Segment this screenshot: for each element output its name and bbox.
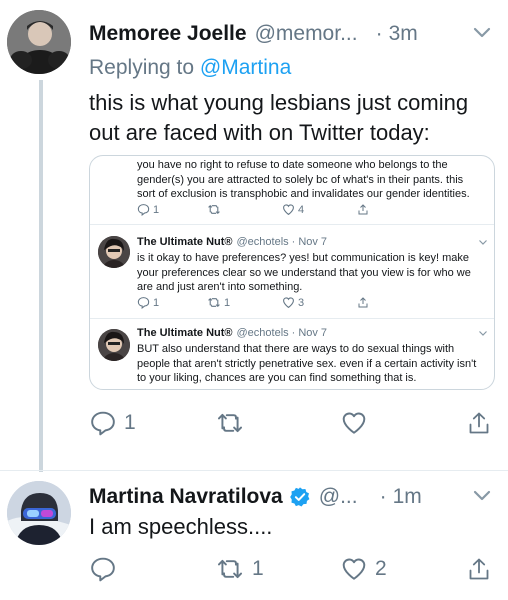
embed-date: Nov 7 <box>298 236 328 248</box>
author-name[interactable]: Memoree Joelle <box>89 22 247 46</box>
retweet-icon <box>217 559 243 579</box>
embed-divider <box>90 224 494 225</box>
embedded-image[interactable]: you have no right to refuse to date some… <box>89 155 495 390</box>
embed-tweet-actions: 1 1 3 <box>137 296 417 312</box>
embed-retweet: 1 <box>207 296 230 309</box>
heart-icon <box>283 297 294 309</box>
reply-button[interactable] <box>90 556 124 582</box>
avatar-photo <box>7 10 71 74</box>
heart-icon <box>342 412 366 434</box>
embed-date: Nov 7 <box>298 327 328 339</box>
share-icon <box>358 297 368 308</box>
heart-icon <box>283 204 294 216</box>
embed-author-handle: @echotels <box>236 236 289 248</box>
author-handle[interactable]: @... <box>319 485 358 509</box>
embed-tweet-text: BUT also understand that there are ways … <box>137 343 477 384</box>
tweet-header: Martina Navratilova @... · 1m <box>89 483 499 511</box>
reply-icon <box>91 557 115 582</box>
reply-icon <box>91 411 115 436</box>
replying-to-label: Replying to <box>89 56 195 79</box>
reply-icon <box>137 297 150 309</box>
embed-like: 4 <box>282 203 304 216</box>
chevron-down-icon[interactable] <box>472 489 492 503</box>
tweet-text: this is what young lesbians just coming … <box>89 90 469 145</box>
retweet-button[interactable]: 1 <box>216 556 264 582</box>
reply-icon <box>137 204 150 216</box>
embed-divider <box>90 318 494 319</box>
share-icon <box>469 558 489 580</box>
like-count: 2 <box>375 557 387 580</box>
embed-reply-count: 1 <box>153 203 160 216</box>
embed-like-count: 4 <box>298 203 305 216</box>
like-button[interactable]: 2 <box>341 556 387 582</box>
author-handle[interactable]: @memor... <box>255 22 358 46</box>
reply-count: 1 <box>124 411 136 434</box>
embed-retweet-count: 1 <box>224 296 231 309</box>
tweet-text: I am speechless.... <box>89 514 273 539</box>
replying-to: Replying to @Martina <box>89 56 291 80</box>
reply-button[interactable]: 1 <box>90 410 136 436</box>
author-name[interactable]: Martina Navratilova <box>89 485 283 509</box>
retweet-button[interactable] <box>216 410 252 436</box>
embed-author-handle: @echotels <box>236 327 289 339</box>
embed-author-name: The Ultimate Nut® <box>137 327 233 339</box>
embed-avatar <box>98 236 130 268</box>
embed-dot: · <box>291 236 296 248</box>
embed-chevron-icon <box>478 239 488 246</box>
thread-line <box>39 80 43 472</box>
share-button[interactable] <box>467 556 491 582</box>
embed-share <box>357 296 369 309</box>
avatar[interactable] <box>7 481 71 545</box>
tweet-header: Memoree Joelle @memor... · 3m <box>89 20 499 48</box>
heart-icon <box>342 558 366 580</box>
separator-dot: · <box>375 22 383 45</box>
replying-to-link[interactable]: @Martina <box>200 56 291 79</box>
embed-reply: 1 <box>137 296 159 309</box>
embed-share <box>357 203 369 216</box>
chevron-down-icon[interactable] <box>472 26 492 40</box>
embed-like-count: 3 <box>298 296 305 309</box>
embed-tweet-header: The Ultimate Nut® @echotels · Nov 7 <box>137 236 327 248</box>
embed-like: 3 <box>282 296 304 309</box>
embed-author-name: The Ultimate Nut® <box>137 236 233 248</box>
retweet-icon <box>217 413 243 433</box>
timestamp[interactable]: 1m <box>393 485 422 509</box>
verified-badge-icon <box>289 486 311 508</box>
avatar-photo <box>7 481 71 545</box>
embed-avatar <box>98 329 130 361</box>
share-icon <box>358 204 368 215</box>
embed-top-actions: 1 4 <box>137 203 417 219</box>
retweet-icon <box>208 297 220 308</box>
separator-dot: · <box>379 485 387 508</box>
embed-dot: · <box>291 327 296 339</box>
tweet-divider <box>0 470 508 471</box>
like-button[interactable] <box>341 410 375 436</box>
embed-top-text: you have no right to refuse to date some… <box>137 159 470 200</box>
share-icon <box>469 412 489 434</box>
embed-reply: 1 <box>137 203 159 216</box>
retweet-count: 1 <box>252 557 264 580</box>
embed-tweet-header: The Ultimate Nut® @echotels · Nov 7 <box>137 327 327 339</box>
share-button[interactable] <box>467 410 491 436</box>
embed-tweet-text: is it okay to have preferences? yes! but… <box>137 252 471 293</box>
embed-chevron-icon <box>478 330 488 337</box>
embed-reply-count: 1 <box>153 296 160 309</box>
embed-retweet <box>207 203 224 216</box>
avatar[interactable] <box>7 10 71 74</box>
timestamp[interactable]: 3m <box>389 22 418 46</box>
retweet-icon <box>208 204 220 215</box>
